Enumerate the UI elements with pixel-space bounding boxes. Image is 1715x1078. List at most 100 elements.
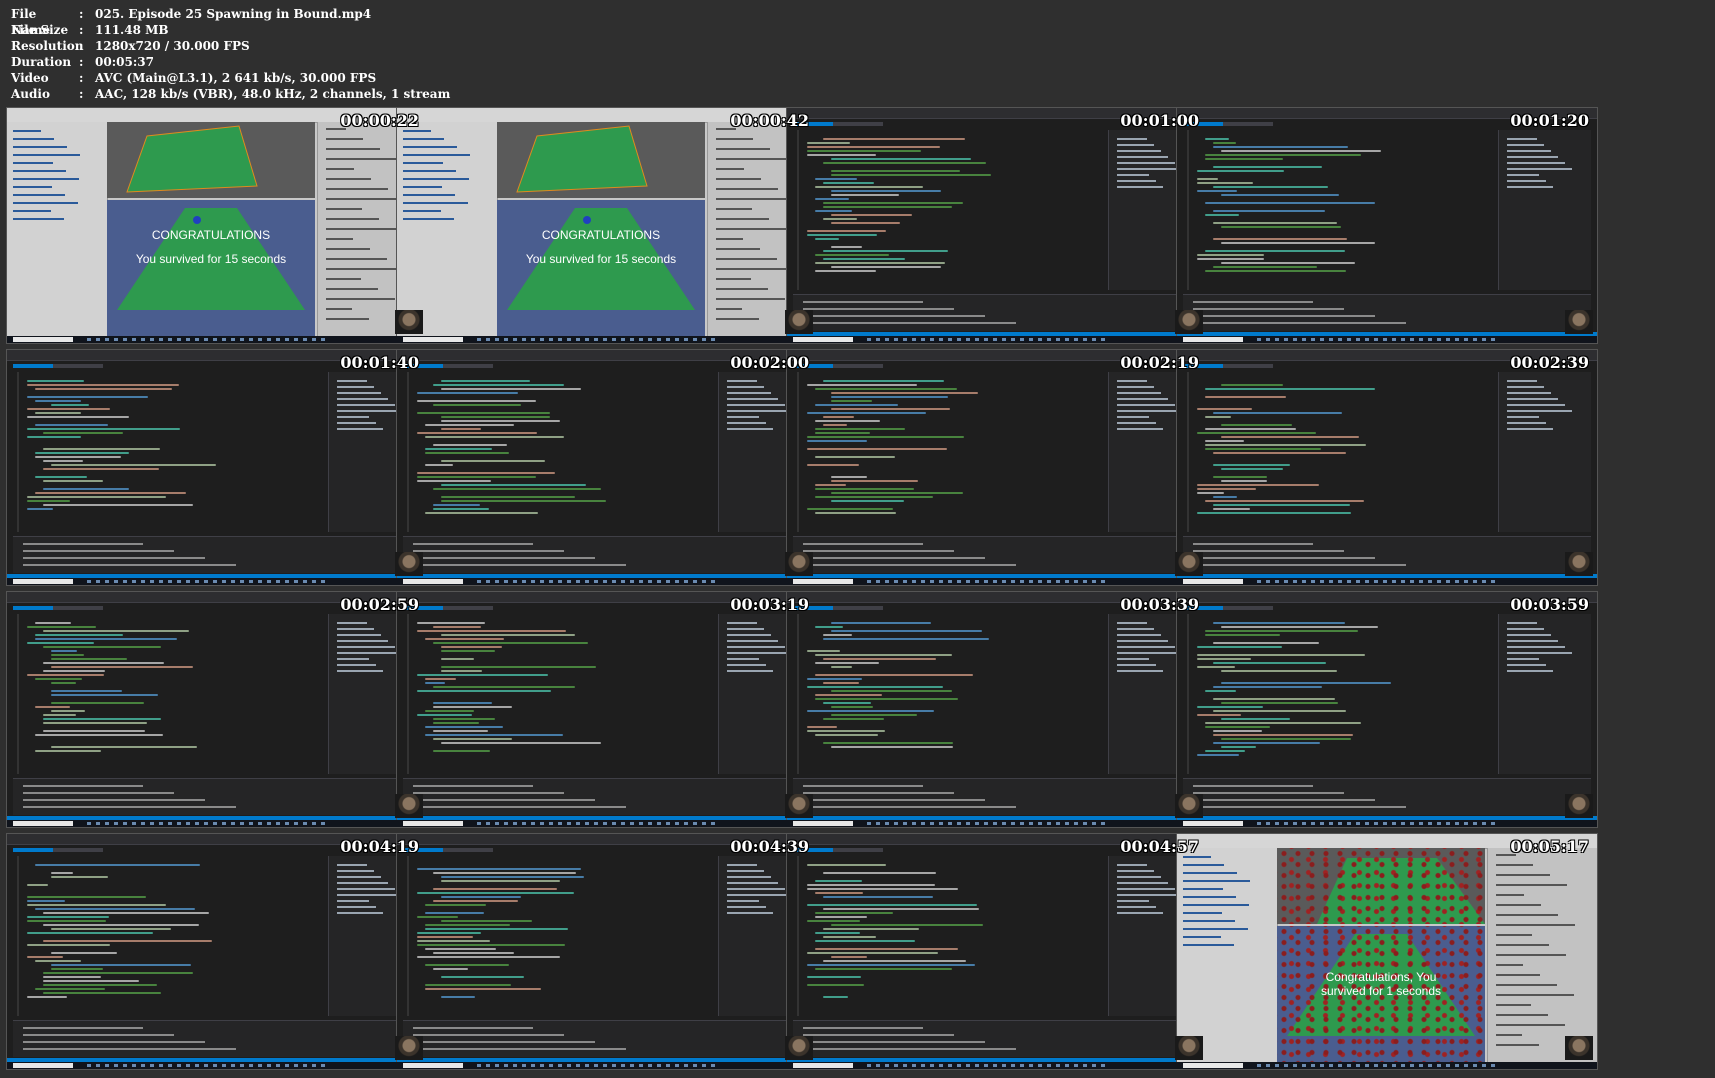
editor-tabs	[793, 606, 1093, 610]
code-line	[1205, 154, 1361, 156]
scene-view	[107, 122, 315, 198]
thumbnail-timestamp: 00:04:39	[730, 837, 809, 856]
code-line	[35, 634, 123, 636]
tree-item	[727, 398, 778, 400]
code-line	[35, 988, 106, 990]
windows-taskbar	[787, 1062, 1207, 1069]
code-line	[433, 738, 512, 740]
video-thumbnail: 00:02:39	[1176, 349, 1598, 586]
video-thumbnail: 00:03:39	[786, 591, 1208, 828]
code-line	[441, 646, 502, 648]
code-line	[433, 702, 493, 704]
thumbnail-timestamp: 00:02:19	[1120, 353, 1199, 372]
tree-item	[1117, 398, 1168, 400]
code-line	[441, 416, 550, 418]
tree-item	[1117, 646, 1175, 648]
tree-item	[337, 422, 376, 424]
tree-item	[1507, 186, 1553, 188]
video-thumbnail: CONGRATULATIONS You survived for 15 secon…	[396, 107, 818, 344]
code-line	[831, 392, 978, 394]
player-ball	[193, 216, 201, 224]
code-line	[823, 380, 945, 382]
code-line	[441, 876, 585, 878]
windows-taskbar	[1177, 336, 1597, 343]
code-line	[425, 988, 542, 990]
inspector-row	[716, 308, 742, 310]
webcam-overlay	[1565, 552, 1593, 576]
code-line	[43, 480, 103, 482]
congratulations-text: Congratulations, You survived for 1 secon…	[1277, 970, 1485, 998]
code-line	[807, 436, 964, 438]
code-line	[433, 404, 521, 406]
code-line	[815, 912, 894, 914]
code-line	[441, 880, 561, 882]
code-line	[1213, 496, 1238, 498]
congratulations-text: CONGRATULATIONS You survived for 15 secon…	[107, 228, 315, 266]
code-line	[823, 424, 847, 426]
code-line	[441, 496, 575, 498]
error-list-panel	[403, 1020, 811, 1057]
code-line	[815, 428, 905, 430]
code-line	[43, 630, 190, 632]
code-line	[35, 424, 108, 426]
code-line	[831, 222, 901, 224]
windows-taskbar	[1177, 1062, 1597, 1069]
tree-item	[337, 646, 395, 648]
error-row	[23, 550, 174, 552]
tree-item	[337, 380, 367, 382]
code-line	[441, 428, 482, 430]
editor-tabs	[403, 848, 703, 852]
code-line	[1213, 742, 1320, 744]
code-line	[831, 246, 862, 248]
code-line	[417, 892, 574, 894]
error-row	[413, 557, 595, 559]
webcam-overlay	[1565, 310, 1593, 334]
hierarchy-item	[1183, 872, 1237, 874]
code-line	[441, 500, 606, 502]
code-line	[51, 690, 123, 692]
code-line	[433, 722, 480, 724]
inspector-row	[1496, 1044, 1539, 1046]
code-line	[815, 512, 896, 514]
video-thumbnail: 00:04:39	[396, 833, 818, 1070]
code-line	[815, 880, 863, 882]
code-line	[51, 464, 217, 466]
tree-item	[337, 628, 374, 630]
error-row	[1193, 806, 1406, 808]
code-line	[807, 730, 886, 732]
code-line	[425, 726, 503, 728]
code-line	[807, 984, 864, 986]
code-line	[1213, 476, 1267, 478]
taskbar-search	[793, 337, 853, 342]
hierarchy-item	[403, 162, 443, 164]
error-row	[803, 799, 985, 801]
thumbnail-timestamp: 00:00:42	[730, 111, 809, 130]
code-line	[831, 666, 853, 668]
code-line	[27, 884, 49, 886]
code-line	[27, 904, 167, 906]
code-line	[807, 952, 939, 954]
code-line	[43, 980, 140, 982]
code-line	[1213, 166, 1322, 168]
code-line	[1213, 186, 1329, 188]
error-row	[23, 785, 143, 787]
code-line	[1197, 258, 1265, 260]
code-line	[417, 916, 458, 918]
code-line	[1221, 480, 1267, 482]
code-editor	[797, 856, 1107, 1016]
survived-line: survived for 1 seconds	[1320, 984, 1442, 998]
inspector-row	[1496, 914, 1558, 916]
code-line	[815, 626, 843, 628]
code-line	[831, 924, 983, 926]
tree-item	[337, 658, 369, 660]
code-line	[433, 968, 469, 970]
tree-item	[727, 640, 778, 642]
code-line	[1213, 698, 1335, 700]
tree-item	[337, 634, 381, 636]
code-line	[1205, 250, 1345, 252]
tree-item	[1117, 882, 1168, 884]
code-line	[425, 452, 510, 454]
inspector-panel	[1487, 848, 1597, 1062]
webcam-overlay	[395, 794, 423, 818]
inspector-row	[326, 168, 354, 170]
